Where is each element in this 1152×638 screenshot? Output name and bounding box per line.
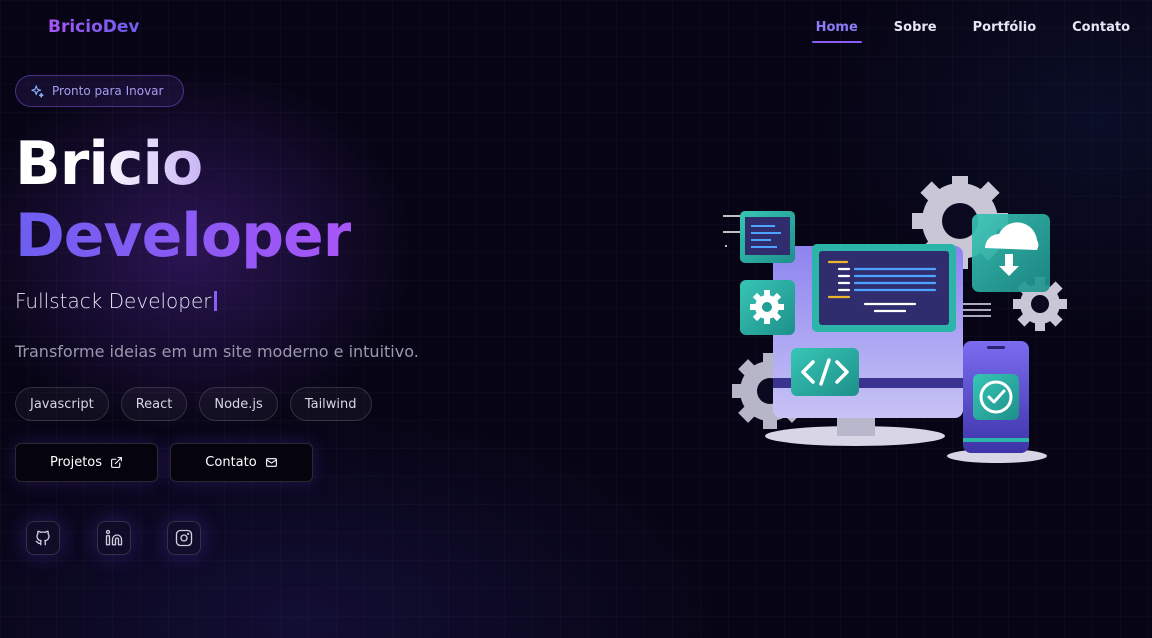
nav-links: Home Sobre Portfólio Contato xyxy=(780,20,1130,43)
status-badge: Pronto para Inovar xyxy=(15,75,184,107)
projects-button-label: Projetos xyxy=(49,455,103,470)
contact-button[interactable]: Contato xyxy=(170,443,313,482)
external-link-icon xyxy=(111,457,122,468)
site-logo[interactable]: BricioDev xyxy=(48,17,139,37)
instagram-icon xyxy=(175,529,193,547)
typing-cursor xyxy=(213,291,217,311)
github-icon xyxy=(35,530,50,546)
hero-title-line1: Bricio xyxy=(15,124,203,204)
tag-nodejs: Node.js xyxy=(199,387,278,421)
tech-tags: Javascript React Node.js Tailwind xyxy=(15,387,372,421)
tag-javascript: Javascript xyxy=(15,387,109,421)
hero-description: Transforme ideias em um site moderno e i… xyxy=(15,342,419,361)
contact-button-label: Contato xyxy=(205,455,257,470)
hero-subtitle-text: Fullstack Developer xyxy=(15,289,212,313)
status-badge-label: Pronto para Inovar xyxy=(52,84,164,98)
github-link[interactable] xyxy=(26,521,60,555)
tag-tailwind: Tailwind xyxy=(289,387,372,421)
projects-button[interactable]: Projetos xyxy=(15,443,158,482)
linkedin-icon xyxy=(105,529,123,546)
cta-buttons: Projetos Contato xyxy=(15,443,313,482)
hero-subtitle: Fullstack Developer xyxy=(15,289,217,313)
linkedin-link[interactable] xyxy=(97,521,131,555)
sparkles-icon xyxy=(31,84,44,98)
nav-link-home[interactable]: Home xyxy=(811,20,863,43)
nav-link-portfolio[interactable]: Portfólio xyxy=(973,20,1037,43)
mail-icon xyxy=(265,458,277,467)
tag-react: React xyxy=(120,387,188,421)
gear-icon xyxy=(750,290,784,324)
nav-link-contato[interactable]: Contato xyxy=(1072,20,1130,43)
instagram-link[interactable] xyxy=(167,521,201,555)
top-navbar: BricioDev Home Sobre Portfólio Contato xyxy=(0,0,1152,58)
developer-illustration xyxy=(723,176,1067,463)
nav-link-sobre[interactable]: Sobre xyxy=(894,20,937,43)
hero-title-line2: Developer xyxy=(15,196,352,276)
